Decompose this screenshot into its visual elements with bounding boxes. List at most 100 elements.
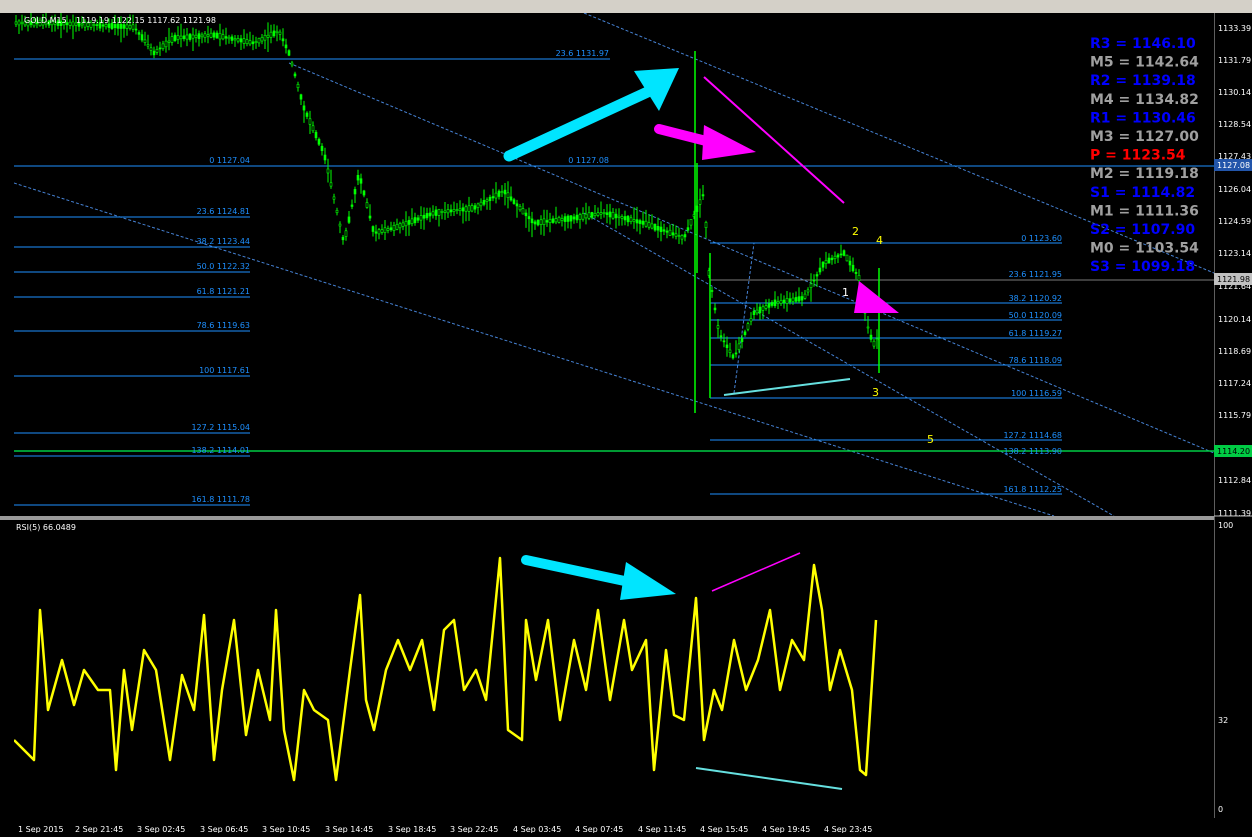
candle-body (260, 36, 264, 42)
fib-label: 100 1117.61 (199, 366, 250, 375)
fib-label: 23.6 1131.97 (556, 49, 609, 58)
candle-body (455, 209, 459, 212)
candle-body (593, 213, 597, 217)
rsi-title: RSI(5) 66.0489 (16, 523, 76, 532)
candle-body (461, 207, 465, 212)
candle-body (869, 334, 873, 340)
candle-body (527, 216, 531, 220)
fib-label: 78.6 1119.63 (197, 321, 250, 330)
candle-body (767, 303, 771, 308)
candle-body (140, 34, 144, 41)
candle-body (713, 307, 717, 311)
candle-body (830, 257, 834, 261)
candle-body (284, 44, 288, 49)
candle-body (875, 338, 879, 341)
candle-body (620, 216, 624, 219)
candle-body (404, 221, 408, 227)
candle-body (839, 253, 843, 256)
price-chart-panel[interactable]: GOLD,M15 1119.19 1122.15 1117.62 1121.98… (13, 7, 1215, 517)
candle-body (560, 218, 564, 221)
pivot-label: S3 = 1099.18 (1090, 259, 1195, 275)
candle-body (506, 192, 510, 198)
candle-body (815, 274, 819, 277)
fib-label: 38.2 1123.44 (197, 237, 250, 246)
time-tick: 3 Sep 10:45 (262, 825, 310, 833)
candle-body (440, 211, 444, 213)
candle-body (671, 232, 675, 236)
price-axis[interactable]: 1133.39 1131.79 1130.14 1128.54 1127.43 … (1213, 13, 1252, 818)
candle-body (299, 94, 303, 100)
rsi-tick: 100 (1218, 521, 1233, 530)
candle-body (317, 138, 321, 145)
candle-body (242, 38, 246, 44)
candle-body (278, 31, 282, 35)
fib-left-labels: 23.6 1131.97 0 1127.04 23.6 1124.81 38.2… (191, 49, 609, 504)
time-axis[interactable]: 1 Sep 2015 2 Sep 21:45 3 Sep 02:45 3 Sep… (0, 818, 1252, 834)
candle-body (476, 203, 480, 208)
candle-body (617, 215, 621, 218)
fib-label: 161.8 1112.25 (1003, 485, 1062, 494)
wave-label-1: 1 (842, 286, 849, 299)
candle-body (515, 203, 519, 207)
candle-body (608, 211, 612, 218)
candle-body (314, 131, 318, 139)
candle-body (419, 215, 423, 221)
candle-body (68, 21, 72, 26)
candle-body (389, 227, 393, 231)
candle-body (650, 223, 654, 229)
candle-body (689, 219, 693, 226)
candle-body (569, 215, 573, 222)
candle-body (629, 217, 633, 223)
candle-body (311, 125, 315, 132)
candle-body (338, 223, 342, 227)
candle-body (512, 199, 516, 204)
candle-body (551, 218, 555, 223)
ohlc-values: 1119.19 1122.15 1117.62 1121.98 (76, 16, 216, 25)
candle-body (326, 168, 330, 174)
candle-body (653, 223, 657, 231)
price-axis-labels: 1133.39 1131.79 1130.14 1128.54 1127.43 … (1218, 24, 1251, 518)
price-tick: 1118.69 (1218, 347, 1251, 356)
candle-body (203, 33, 207, 38)
candle-body (557, 217, 561, 223)
candle-body (734, 352, 738, 355)
candle-body (806, 289, 810, 293)
candle-body (197, 33, 201, 40)
time-tick: 4 Sep 23:45 (824, 825, 872, 833)
pivot-label: R3 = 1146.10 (1090, 36, 1196, 52)
magenta-arrow-right (654, 124, 756, 160)
candle-body (545, 220, 549, 223)
candle-body (446, 209, 450, 214)
candles (14, 7, 880, 413)
teal-trendline (723, 378, 851, 396)
price-tick: 1126.04 (1218, 185, 1251, 194)
candle-body (764, 305, 768, 309)
pivot-label: R2 = 1139.18 (1090, 73, 1196, 89)
candle-body (752, 310, 756, 316)
candle-body (848, 260, 852, 266)
time-axis-svg: 1 Sep 2015 2 Sep 21:45 3 Sep 02:45 3 Sep… (18, 825, 872, 834)
candle-body (509, 196, 513, 201)
candle-body (206, 34, 210, 37)
candle-body (710, 290, 714, 292)
fib-label: 127.2 1114.68 (1003, 431, 1062, 440)
fib-right-labels: 0 1123.60 23.6 1121.95 38.2 1120.92 50.0… (1003, 234, 1062, 494)
candle-body (71, 21, 75, 27)
wave-label-3: 3 (872, 386, 879, 399)
rsi-magenta-trendline (711, 552, 801, 592)
candle-body (302, 105, 306, 111)
price-axis-svg: 1133.39 1131.79 1130.14 1128.54 1127.43 … (1213, 13, 1252, 818)
candle-body (773, 299, 777, 307)
fib-label: 0 1127.08 (568, 156, 609, 165)
candle-body (746, 323, 750, 330)
candle-body (218, 33, 222, 40)
candle-body (494, 192, 498, 199)
candle-body (341, 236, 345, 241)
toolbar-strip (0, 0, 1252, 13)
rsi-panel[interactable]: RSI(5) 66.0489 (13, 520, 1214, 818)
candle-body (146, 43, 150, 47)
candle-body (167, 40, 171, 43)
candle-body (191, 34, 195, 39)
time-tick: 1 Sep 2015 (18, 825, 64, 833)
candle-body (611, 212, 615, 219)
